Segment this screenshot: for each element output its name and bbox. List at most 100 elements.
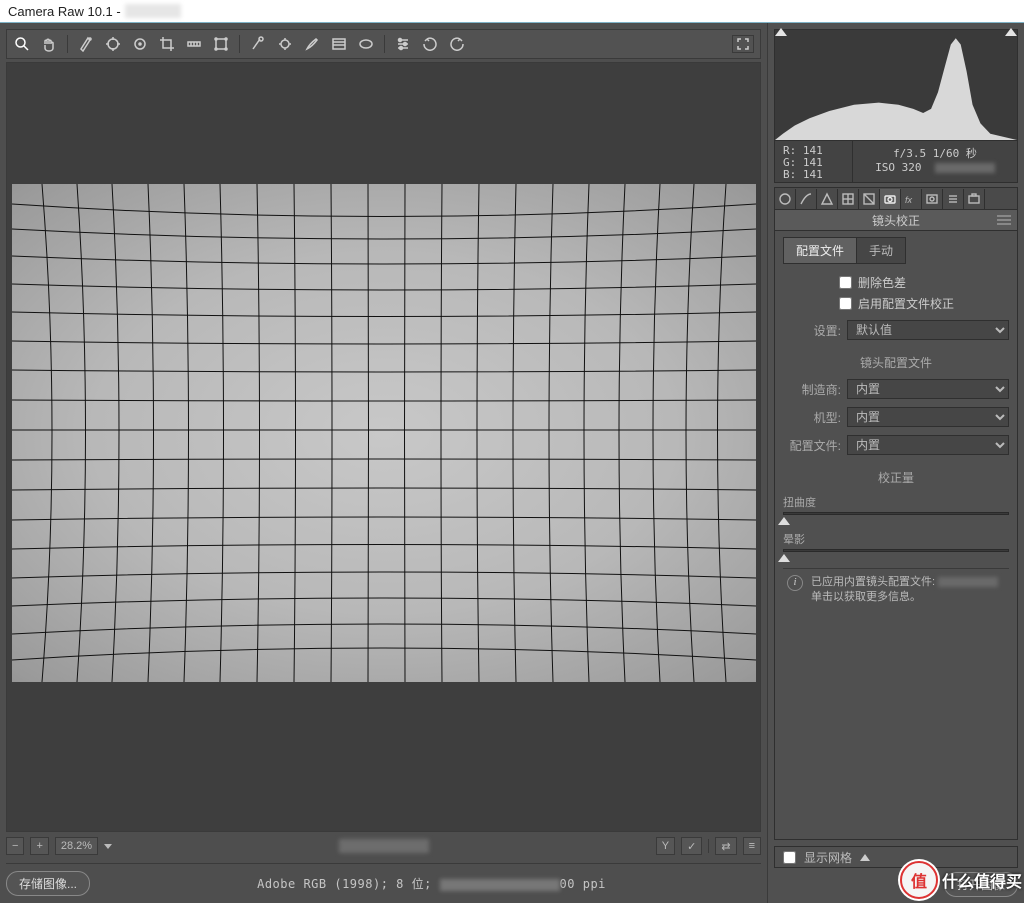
transform-tool-icon[interactable] <box>212 35 230 53</box>
show-grid-checkbox[interactable] <box>783 851 796 864</box>
highlight-clip-icon[interactable] <box>1005 28 1017 36</box>
preview-mode-y-icon[interactable]: Y <box>656 837 675 855</box>
model-select[interactable]: 内置 <box>847 407 1009 427</box>
vignette-thumb-icon[interactable] <box>778 554 790 562</box>
remove-ca-checkbox[interactable] <box>839 276 852 289</box>
spot-removal-tool-icon[interactable] <box>249 35 267 53</box>
targeted-adjust-tool-icon[interactable] <box>131 35 149 53</box>
tool-separator <box>239 35 240 53</box>
image-preview <box>12 184 756 682</box>
zoom-dropdown-icon[interactable] <box>104 844 112 849</box>
lens-subtabs: 配置文件 手动 <box>783 237 1009 264</box>
tool-separator <box>67 35 68 53</box>
window-titlebar: Camera Raw 10.1 - <box>0 0 1024 22</box>
hand-tool-icon[interactable] <box>40 35 58 53</box>
workflow-text2: 00 ppi <box>560 877 606 891</box>
preview-checkmark-icon[interactable]: ✓ <box>681 837 702 855</box>
profile-select[interactable]: 内置 <box>847 435 1009 455</box>
left-column: − + 28.2% Y ✓ ⇄ ≡ 存储图像... Adobe RGB (199… <box>0 23 767 903</box>
remove-ca-row: 删除色差 <box>839 274 1009 291</box>
watermark-logo-icon: 值 <box>900 861 938 899</box>
workflow-info[interactable]: Adobe RGB (1998); 8 位; 00 ppi <box>102 875 761 892</box>
distortion-grid <box>12 184 756 682</box>
zoom-level[interactable]: 28.2% <box>55 837 98 855</box>
status-blur <box>339 839 429 853</box>
info-icon: i <box>787 575 803 591</box>
presets-tab-icon[interactable] <box>943 189 964 209</box>
vignette-slider[interactable] <box>783 549 1009 552</box>
crop-tool-icon[interactable] <box>158 35 176 53</box>
zoom-in-icon[interactable]: + <box>30 837 48 855</box>
shadow-clip-icon[interactable] <box>775 28 787 36</box>
panel-menu-icon[interactable] <box>997 215 1011 225</box>
right-column: R: 141 G: 141 B: 141 f/3.5 1/60 秒 ISO 32… <box>767 23 1024 903</box>
built-in-profile-info[interactable]: i 已应用内置镜头配置文件: 单击以获取更多信息。 <box>783 568 1009 608</box>
rotate-cw-icon[interactable] <box>448 35 466 53</box>
detail-tab-icon[interactable] <box>817 189 838 209</box>
model-row: 机型: 内置 <box>783 407 1009 427</box>
filename-blur <box>125 4 181 18</box>
metadata-readout: R: 141 G: 141 B: 141 f/3.5 1/60 秒 ISO 32… <box>774 141 1018 183</box>
histogram[interactable] <box>774 29 1018 141</box>
distortion-slider[interactable] <box>783 512 1009 515</box>
save-image-button[interactable]: 存储图像... <box>6 871 90 896</box>
straighten-tool-icon[interactable] <box>185 35 203 53</box>
info-text: 已应用内置镜头配置文件: 单击以获取更多信息。 <box>811 575 1005 606</box>
b-value: B: 141 <box>783 169 844 181</box>
lens-correction-panel: 配置文件 手动 删除色差 启用配置文件校正 设置: 默认值 镜头配置文件 制造商… <box>774 231 1018 840</box>
maker-select[interactable]: 内置 <box>847 379 1009 399</box>
setup-select[interactable]: 默认值 <box>847 320 1009 340</box>
graduated-filter-tool-icon[interactable] <box>330 35 348 53</box>
zoom-out-icon[interactable]: − <box>6 837 24 855</box>
hsl-tab-icon[interactable] <box>838 189 859 209</box>
app-body: − + 28.2% Y ✓ ⇄ ≡ 存储图像... Adobe RGB (199… <box>0 22 1024 903</box>
model-label: 机型: <box>783 409 841 426</box>
profile-subtab[interactable]: 配置文件 <box>783 237 857 264</box>
panel-tab-strip: fx <box>774 187 1018 209</box>
zoom-tool-icon[interactable] <box>13 35 31 53</box>
iso-value: ISO 320 <box>875 161 921 174</box>
preview-options-icon[interactable]: ≡ <box>743 837 761 855</box>
info-line1: 已应用内置镜头配置文件: <box>811 576 938 588</box>
exposure-value: f/3.5 1/60 秒 <box>861 145 1009 161</box>
redeye-tool-icon[interactable] <box>276 35 294 53</box>
basic-tab-icon[interactable] <box>775 189 796 209</box>
maker-label: 制造商: <box>783 381 841 398</box>
profile-row: 配置文件: 内置 <box>783 435 1009 455</box>
right-footer: 打开图像 值 什么值得买 <box>774 872 1018 897</box>
radial-filter-tool-icon[interactable] <box>357 35 375 53</box>
info-blur <box>938 577 998 587</box>
distortion-label: 扭曲度 <box>783 494 1009 510</box>
fullscreen-toggle-icon[interactable] <box>732 35 754 53</box>
app-title: Camera Raw 10.1 - <box>8 4 121 19</box>
grid-opacity-icon[interactable] <box>860 854 870 861</box>
tool-separator <box>384 35 385 53</box>
color-sampler-tool-icon[interactable] <box>104 35 122 53</box>
lens-tab-icon[interactable] <box>880 189 901 209</box>
preview-swap-icon[interactable]: ⇄ <box>715 837 736 855</box>
show-grid-label: 显示网格 <box>804 849 852 866</box>
image-preview-area[interactable] <box>6 62 761 832</box>
lens-blur <box>935 163 995 173</box>
snapshots-tab-icon[interactable] <box>964 189 985 209</box>
enable-profile-checkbox[interactable] <box>839 297 852 310</box>
rotate-ccw-icon[interactable] <box>421 35 439 53</box>
adjustment-brush-tool-icon[interactable] <box>303 35 321 53</box>
lens-profile-heading: 镜头配置文件 <box>783 354 1009 371</box>
panel-title: 镜头校正 <box>774 209 1018 231</box>
split-tone-tab-icon[interactable] <box>859 189 880 209</box>
preferences-icon[interactable] <box>394 35 412 53</box>
effects-tab-icon[interactable]: fx <box>901 189 922 209</box>
distortion-thumb-icon[interactable] <box>778 517 790 525</box>
curve-tab-icon[interactable] <box>796 189 817 209</box>
rgb-readout: R: 141 G: 141 B: 141 <box>775 141 853 182</box>
workflow-blur <box>440 879 560 891</box>
enable-profile-label: 启用配置文件校正 <box>858 295 954 312</box>
info-line2: 单击以获取更多信息。 <box>811 591 921 603</box>
status-bar: − + 28.2% Y ✓ ⇄ ≡ <box>6 835 761 857</box>
manual-subtab[interactable]: 手动 <box>857 237 906 264</box>
calibration-tab-icon[interactable] <box>922 189 943 209</box>
vignette-slider-row: 晕影 <box>783 531 1009 552</box>
white-balance-tool-icon[interactable] <box>77 35 95 53</box>
vignette-label: 晕影 <box>783 531 1009 547</box>
